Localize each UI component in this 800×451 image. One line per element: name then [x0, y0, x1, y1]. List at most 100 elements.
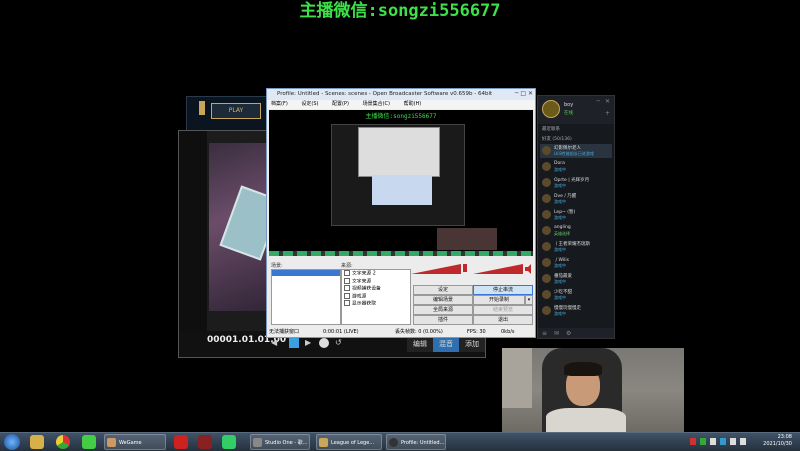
- app-icon-red[interactable]: [198, 435, 212, 449]
- close-icon[interactable]: ✕: [528, 90, 533, 97]
- window-controls[interactable]: ─ □ ✕: [515, 90, 533, 97]
- global-sources-button[interactable]: 全局来源: [413, 305, 473, 315]
- task-league-of-legends[interactable]: League of Lege...: [316, 434, 382, 450]
- friends-header: boy 在线 ─ ✕ +: [538, 96, 614, 124]
- user-status[interactable]: 在线: [564, 110, 573, 116]
- avatar[interactable]: [542, 100, 560, 118]
- sources-list[interactable]: 文字来源 2 文字来源 视频捕获设备 游戏源 显示器获取: [341, 269, 411, 325]
- list-item[interactable]: Lep~ (暂) 游戏中: [540, 208, 612, 222]
- loop-icon[interactable]: ↺: [335, 338, 345, 348]
- friend-avatar: [542, 194, 551, 203]
- friends-client-window[interactable]: boy 在线 ─ ✕ + 最近联系 好友 (50/136) 幻影佩尔老人 LV.…: [537, 95, 615, 339]
- friend-avatar: [542, 162, 551, 171]
- volume-icon[interactable]: [730, 438, 736, 445]
- taskbar-clock[interactable]: 23:08 2021/10/30: [763, 434, 792, 448]
- recording-dropdown[interactable]: ▾: [525, 295, 533, 305]
- tray-icon[interactable]: [720, 438, 726, 445]
- maximize-icon[interactable]: □: [520, 90, 526, 97]
- previous-icon[interactable]: ◀: [271, 338, 281, 348]
- username: boy: [564, 102, 574, 108]
- player-sidebar: [179, 131, 207, 331]
- list-item[interactable]: Oprte | 光辉岁月 游戏中: [540, 176, 612, 190]
- menu-profile[interactable]: 配置(P): [332, 101, 349, 107]
- preview-strip: [269, 251, 533, 256]
- player-tab-add[interactable]: 添加: [459, 336, 485, 352]
- status-time: 0:00:01 (LIVE): [323, 329, 359, 335]
- lol-logo-icon: [199, 101, 205, 115]
- list-item[interactable]: 丨王者荣耀杰瑞斯 游戏中: [540, 240, 612, 254]
- app-icon-clover[interactable]: [222, 435, 236, 449]
- menu-file[interactable]: 档案(F): [271, 101, 288, 107]
- list-item[interactable]: Dve / 乃醒 游戏中: [540, 192, 612, 206]
- obs-icon: [389, 438, 398, 447]
- scenes-label: 场景:: [271, 263, 283, 269]
- exit-button[interactable]: 退出: [473, 315, 533, 325]
- task-obs[interactable]: Profile: Untitled...: [386, 434, 446, 450]
- source-item[interactable]: 游戏源: [342, 292, 410, 301]
- settings-button[interactable]: 设定: [413, 285, 473, 295]
- obs-statusbar: 无法捕获窗口 0:00:01 (LIVE) 丢失帧数: 0 (0.00%) FP…: [267, 327, 535, 337]
- folder-icon[interactable]: [30, 435, 44, 449]
- source-item[interactable]: 显示器获取: [342, 300, 410, 308]
- friends-toolbar: ≡ ✉ ⚙: [538, 328, 614, 338]
- minimize-icon[interactable]: ─: [596, 98, 600, 105]
- source-item[interactable]: 视频捕获设备: [342, 285, 410, 293]
- stream-overlay-title: 主播微信:songzi556677: [299, 1, 501, 21]
- menu-icon[interactable]: ≡: [542, 330, 547, 337]
- task-studio-one[interactable]: Studio One - 歌...: [250, 434, 310, 450]
- list-item[interactable]: angling 英雄选择: [540, 224, 612, 238]
- source-item[interactable]: 文字来源: [342, 277, 410, 286]
- list-item[interactable]: 幻影佩尔老人 LV.8性能组长已进游戏: [540, 144, 612, 158]
- menu-settings[interactable]: 设定(S): [301, 101, 318, 107]
- edit-scene-button[interactable]: 编辑场景: [413, 295, 473, 305]
- status-fps: FPS: 30: [467, 329, 486, 335]
- preview-webcam: [437, 228, 497, 250]
- netease-music-icon[interactable]: [174, 435, 188, 449]
- chrome-icon[interactable]: [56, 435, 70, 449]
- list-item[interactable]: 番茄最爱 游戏中: [540, 272, 612, 286]
- list-item[interactable]: Dora 游戏中: [540, 160, 612, 174]
- lol-play-button[interactable]: PLAY: [211, 103, 261, 119]
- network-icon[interactable]: [740, 438, 746, 445]
- add-friend-icon[interactable]: +: [605, 110, 610, 117]
- app-icon-green[interactable]: [82, 435, 96, 449]
- stop-stream-button[interactable]: 停止串流: [473, 285, 533, 295]
- recent-contacts-label[interactable]: 最近联系: [542, 126, 560, 132]
- task-wegame[interactable]: WeGame: [104, 434, 166, 450]
- friend-avatar: [542, 242, 551, 251]
- minimize-icon[interactable]: ─: [515, 90, 519, 97]
- obs-window[interactable]: Profile: Untitled - Scenes: scenes - Ope…: [266, 88, 536, 338]
- player-tab-edit[interactable]: 编辑: [407, 336, 433, 352]
- sources-label: 来源:: [341, 263, 353, 269]
- volume-meters[interactable]: [411, 262, 533, 274]
- stop-icon[interactable]: [289, 338, 299, 348]
- clock-date: 2021/10/30: [763, 441, 792, 447]
- stop-preview-button[interactable]: 结束预览: [473, 305, 533, 315]
- friend-avatar: [542, 210, 551, 219]
- tray-icon[interactable]: [700, 438, 706, 445]
- obs-preview[interactable]: 主播微信:songzi556677: [269, 110, 533, 251]
- gear-icon[interactable]: ⚙: [566, 330, 571, 337]
- menu-help[interactable]: 帮助(H): [404, 101, 422, 107]
- source-item[interactable]: 文字来源 2: [342, 270, 410, 278]
- studio-one-icon: [253, 438, 262, 447]
- start-recording-button[interactable]: 开始录制: [473, 295, 525, 305]
- webcam-person-shirt: [546, 408, 626, 432]
- scene-item-selected[interactable]: [272, 270, 340, 276]
- scenes-list[interactable]: [271, 269, 341, 325]
- start-button[interactable]: [4, 434, 20, 450]
- list-item[interactable]: 丿Wilis 游戏中: [540, 256, 612, 270]
- play-icon[interactable]: ▶: [305, 338, 315, 348]
- menu-scene-collection[interactable]: 场景集合(C): [363, 101, 390, 107]
- speaker-icon: [525, 264, 531, 274]
- tray-icon[interactable]: [690, 438, 696, 445]
- player-tab-mix[interactable]: 混音: [433, 336, 459, 352]
- friends-group-label[interactable]: 好友 (50/136): [542, 136, 572, 142]
- list-item[interactable]: 慢慢玩慢慢走 游戏中: [540, 304, 612, 318]
- chat-icon[interactable]: ✉: [554, 330, 559, 337]
- list-item[interactable]: 少吃不甜 游戏中: [540, 288, 612, 302]
- record-icon[interactable]: [319, 338, 329, 348]
- plugins-button[interactable]: 插件: [413, 315, 473, 325]
- tray-icon[interactable]: [710, 438, 716, 445]
- close-icon[interactable]: ✕: [605, 98, 610, 105]
